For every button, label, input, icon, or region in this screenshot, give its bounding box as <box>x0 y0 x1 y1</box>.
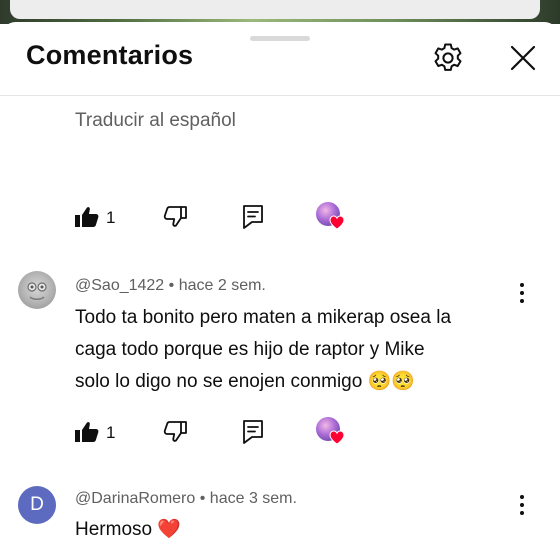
comment-text: Todo ta bonito pero maten a mikerap osea… <box>75 302 515 398</box>
creator-heart-badge <box>316 202 348 234</box>
sheet-title: Comentarios <box>26 40 194 70</box>
comment-line: Hermoso ❤️ <box>75 519 182 540</box>
comment-meta: @Sao_1422 • hace 2 sem. <box>75 277 266 295</box>
translate-link[interactable]: Traducir al español <box>75 110 236 132</box>
thumbs-down-icon[interactable] <box>162 420 188 444</box>
thumbs-up-filled-icon[interactable] <box>74 420 100 444</box>
like-count: 1 <box>106 208 116 227</box>
avatar[interactable] <box>18 271 56 309</box>
reply-icon[interactable] <box>241 204 265 230</box>
avatar[interactable]: D <box>18 486 56 524</box>
thumbs-down-icon[interactable] <box>162 205 188 229</box>
thumbs-up-filled-icon[interactable] <box>74 205 100 229</box>
comment-author[interactable]: @Sao_1422 <box>75 277 164 294</box>
close-icon[interactable] <box>505 40 541 76</box>
drag-handle[interactable] <box>250 36 310 41</box>
meta-separator: • <box>168 277 175 294</box>
comment-time: hace 3 sem. <box>209 490 297 507</box>
heart-icon <box>329 430 345 445</box>
header-divider <box>0 95 560 96</box>
comment-time: hace 2 sem. <box>178 277 266 294</box>
more-options-icon[interactable] <box>513 492 531 520</box>
comment-line: Todo ta bonito pero maten a mikerap osea… <box>75 307 452 328</box>
video-card-edge <box>10 0 540 19</box>
comment-author[interactable]: @DarinaRomero <box>75 490 195 507</box>
comment-actions: 1 <box>0 412 560 452</box>
comment-actions: 1 <box>0 197 560 237</box>
comment-line: solo lo digo no se enojen conmigo 🥺🥺 <box>75 371 415 392</box>
heart-icon <box>329 215 345 230</box>
comment-text: Hermoso ❤️ <box>75 514 515 546</box>
comment-meta: @DarinaRomero • hace 3 sem. <box>75 490 297 508</box>
gear-icon[interactable] <box>430 40 466 76</box>
more-options-icon[interactable] <box>513 280 531 308</box>
meta-separator: • <box>199 490 206 507</box>
reply-icon[interactable] <box>241 419 265 445</box>
like-count: 1 <box>106 423 116 442</box>
creator-heart-badge <box>316 417 348 449</box>
comment-line: caga todo porque es hijo de raptor y Mik… <box>75 339 425 360</box>
